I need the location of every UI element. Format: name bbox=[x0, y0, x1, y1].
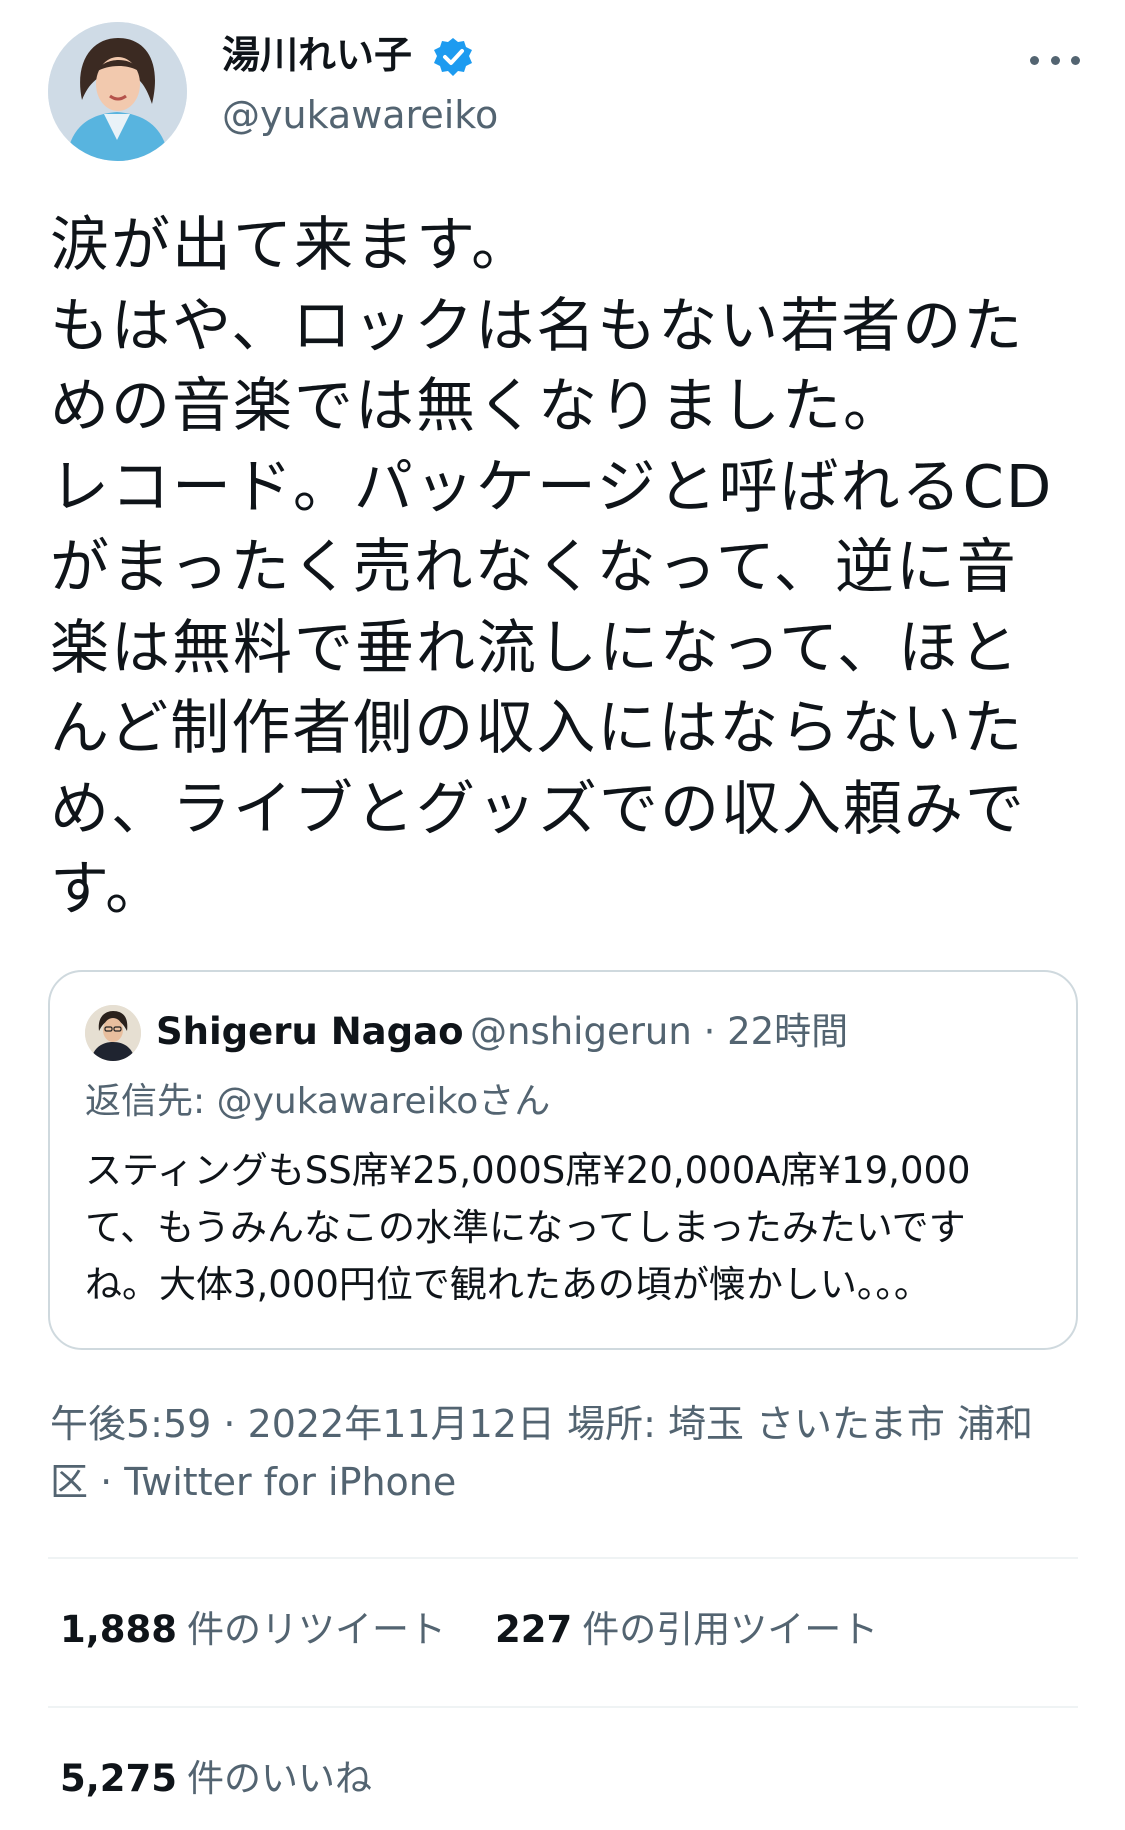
quoted-replying-to: 返信先: @yukawareikoさん bbox=[85, 1081, 551, 1122]
divider bbox=[48, 1557, 1078, 1559]
tweet-text-line: 楽は無料で垂れ流しになって、ほと bbox=[50, 612, 1021, 682]
tweet-detail: 湯川れい子 @yukawareiko 涙が出て来ます。 もはや、ロックは名もない… bbox=[0, 0, 1125, 1830]
quoted-author-handle-time: @nshigerun · 22時間 bbox=[470, 1010, 849, 1053]
quote-count-link[interactable]: 227 件の引用ツイート bbox=[495, 1606, 878, 1654]
author-handle[interactable]: @yukawareiko bbox=[222, 90, 498, 140]
retweet-count-link[interactable]: 1,888 件のリツイート bbox=[60, 1606, 446, 1654]
divider bbox=[48, 1706, 1078, 1708]
more-options-icon[interactable] bbox=[1030, 40, 1080, 80]
author-avatar[interactable] bbox=[48, 22, 187, 161]
quoted-text-line: て、もうみんなこの水準になってしまったみたいです bbox=[85, 1206, 966, 1249]
like-label: 件のいいね bbox=[187, 1757, 373, 1800]
profile-photo-avatar bbox=[85, 1005, 141, 1061]
quoted-tweet-card[interactable]: Shigeru Nagao @nshigerun · 22時間 返信先: @yu… bbox=[48, 970, 1078, 1350]
tweet-text-line: め、ライブとグッズでの収入頼みで bbox=[50, 773, 1027, 843]
tweet-text-line: がまったく売れなくなって、逆に音 bbox=[50, 532, 1018, 601]
like-count-link[interactable]: 5,275 件のいいね bbox=[60, 1755, 372, 1803]
author-display-name[interactable]: 湯川れい子 bbox=[222, 30, 412, 80]
quoted-text-line: ね。大体3,000円位で観れたあの頃が懐かしい。。。 bbox=[85, 1263, 931, 1306]
tweet-text-line: レコード。パッケージと呼ばれるCD bbox=[50, 451, 1054, 521]
tweet-text-line: んど制作者側の収入にはならないた bbox=[50, 693, 1025, 762]
quoted-tweet-text: スティングもSS席¥25,000S席¥20,000A席¥19,000 て、もうみ… bbox=[85, 1142, 1065, 1313]
tweet-text: 涙が出て来ます。 もはや、ロックは名もない若者のた めの音楽では無くなりました。… bbox=[50, 205, 1085, 930]
verified-badge-icon bbox=[434, 38, 472, 76]
tweet-text-line: す。 bbox=[50, 854, 167, 923]
like-count: 5,275 bbox=[60, 1757, 178, 1800]
profile-photo-avatar bbox=[48, 22, 187, 161]
quoted-author-name[interactable]: Shigeru Nagao bbox=[156, 1008, 464, 1056]
tweet-text-line: もはや、ロックは名もない若者のた bbox=[50, 290, 1025, 360]
tweet-meta: 午後5:59 · 2022年11月12日 場所: 埼玉 さいたま市 浦和 区 ·… bbox=[50, 1395, 1090, 1511]
tweet-text-line: めの音楽では無くなりました。 bbox=[50, 371, 905, 440]
tweet-text-line: 涙が出て来ます。 bbox=[50, 210, 533, 279]
quoted-author-avatar[interactable] bbox=[85, 1005, 141, 1061]
retweet-count: 1,888 bbox=[60, 1608, 178, 1651]
tweet-timestamp-location[interactable]: 午後5:59 · 2022年11月12日 場所: 埼玉 さいたま市 浦和 bbox=[50, 1395, 1090, 1453]
quote-label: 件の引用ツイート bbox=[582, 1608, 879, 1651]
tweet-source[interactable]: 区 · Twitter for iPhone bbox=[50, 1453, 1090, 1511]
retweet-label: 件のリツイート bbox=[187, 1608, 447, 1651]
quoted-text-line: スティングもSS席¥25,000S席¥20,000A席¥19,000 bbox=[85, 1149, 971, 1192]
quote-count: 227 bbox=[495, 1608, 573, 1651]
